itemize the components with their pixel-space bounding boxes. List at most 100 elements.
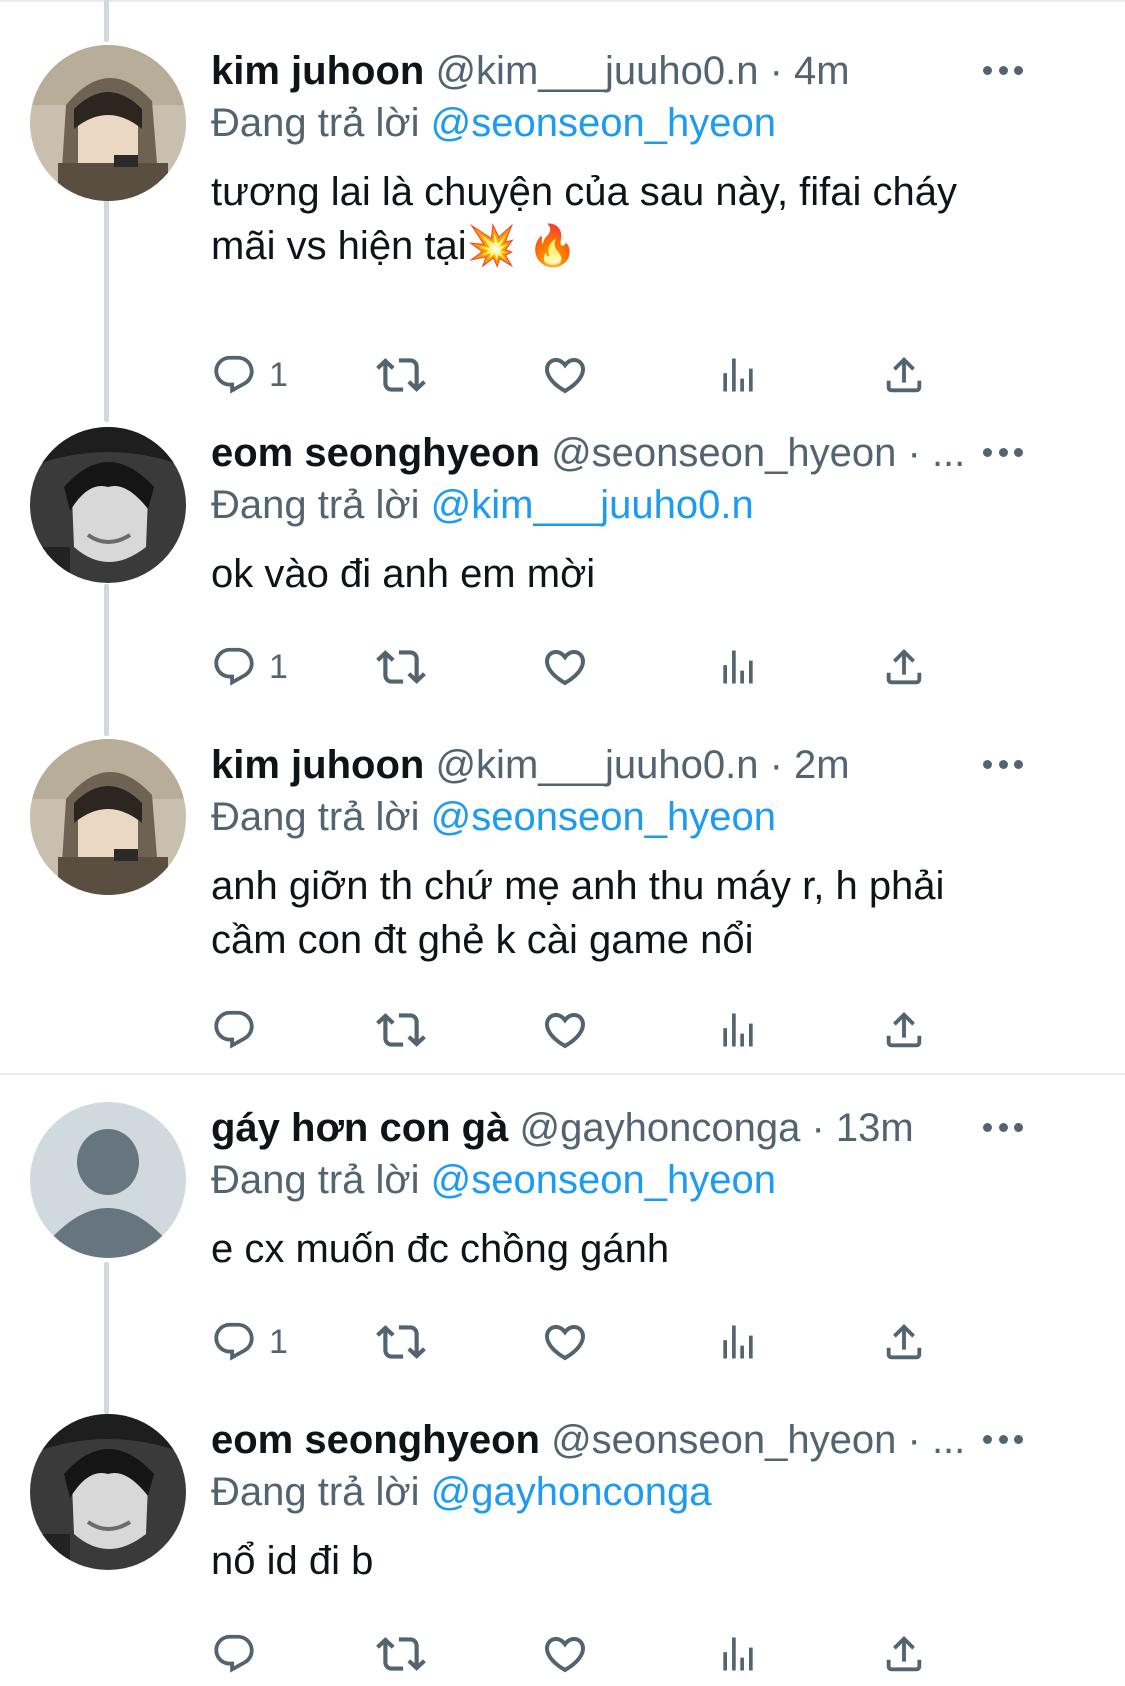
views-button[interactable] [716, 642, 760, 692]
avatar[interactable] [30, 1414, 186, 1570]
timestamp[interactable]: 13m [836, 1106, 914, 1150]
views-button[interactable] [716, 1629, 760, 1679]
share-button[interactable] [881, 642, 927, 692]
retweet-icon [376, 1629, 426, 1679]
reply-button[interactable]: 1 [211, 642, 288, 692]
share-icon [881, 1631, 927, 1677]
avatar[interactable] [30, 45, 186, 201]
thread-line [104, 0, 109, 42]
timestamp[interactable]: 4m [794, 49, 850, 93]
action-bar: 1 [211, 350, 1011, 400]
retweet-button[interactable] [376, 1629, 426, 1679]
like-icon [541, 1318, 589, 1366]
user-handle[interactable]: @seonseon_hyeon [551, 431, 896, 475]
tweet-header: eom seonghyeon @seonseon_hyeon · ... [211, 427, 1041, 479]
timestamp[interactable]: 2m [794, 743, 850, 787]
retweet-button[interactable] [376, 1005, 426, 1055]
like-button[interactable] [541, 350, 589, 400]
like-icon [541, 643, 589, 691]
display-name[interactable]: eom seonghyeon [211, 1418, 540, 1462]
more-icon[interactable] [983, 1424, 1023, 1454]
user-handle[interactable]: @kim___juuho0.n [435, 743, 758, 787]
mention-link[interactable]: @seonseon_hyeon [431, 1158, 776, 1202]
action-bar [211, 1629, 1011, 1679]
more-icon[interactable] [983, 1112, 1023, 1142]
replying-label: Đang trả lời [211, 1158, 420, 1202]
more-icon[interactable] [983, 749, 1023, 779]
mention-link[interactable]: @seonseon_hyeon [431, 795, 776, 839]
replying-to: Đang trả lời @seonseon_hyeon [211, 97, 1041, 149]
reply-icon [211, 352, 257, 398]
thread-line [104, 200, 109, 422]
display-name[interactable]: kim juhoon [211, 743, 424, 787]
display-name[interactable]: eom seonghyeon [211, 431, 540, 475]
reply-button[interactable]: 1 [211, 350, 288, 400]
user-handle[interactable]: @seonseon_hyeon [551, 1418, 896, 1462]
retweet-button[interactable] [376, 642, 426, 692]
share-button[interactable] [881, 1317, 927, 1367]
separator-dot: · [800, 1106, 836, 1150]
like-icon [541, 351, 589, 399]
separator-dot: · [758, 49, 795, 93]
views-button[interactable] [716, 1317, 760, 1367]
timestamp[interactable]: ... [932, 1418, 965, 1462]
share-icon [881, 1319, 927, 1365]
avatar[interactable] [30, 739, 186, 895]
reply-button[interactable] [211, 1005, 269, 1055]
tweet-text: anh giỡn th chứ mẹ anh thu máy r, h phải… [211, 864, 945, 962]
like-button[interactable] [541, 1629, 589, 1679]
reply-count: 1 [269, 1322, 288, 1361]
reply-count: 1 [269, 647, 288, 686]
separator-dot: · [896, 1418, 932, 1462]
timestamp[interactable]: ... [932, 431, 965, 475]
share-button[interactable] [881, 350, 927, 400]
more-icon[interactable] [983, 55, 1023, 85]
retweet-icon [376, 350, 426, 400]
tweet-text: nổ id đi b [211, 1539, 374, 1583]
like-button[interactable] [541, 1005, 589, 1055]
views-button[interactable] [716, 1005, 760, 1055]
action-bar: 1 [211, 642, 1011, 692]
avatar[interactable] [30, 1102, 186, 1258]
views-button[interactable] [716, 350, 760, 400]
separator-dot: · [896, 431, 932, 475]
avatar[interactable] [30, 427, 186, 583]
thread-divider [0, 1073, 1125, 1075]
action-bar [211, 1005, 1011, 1055]
like-button[interactable] [541, 642, 589, 692]
like-button[interactable] [541, 1317, 589, 1367]
user-handle[interactable]: @kim___juuho0.n [435, 49, 758, 93]
retweet-button[interactable] [376, 1317, 426, 1367]
default-profile-icon [30, 1102, 186, 1258]
thread-line [104, 1262, 109, 1414]
replying-to: Đang trả lời @seonseon_hyeon [211, 791, 1041, 843]
reply-count: 1 [269, 355, 288, 394]
tweet-text: tương lai là chuyện của sau này, fifai c… [211, 170, 958, 268]
replying-to: Đang trả lời @seonseon_hyeon [211, 1154, 1041, 1206]
retweet-button[interactable] [376, 350, 426, 400]
reply-button[interactable]: 1 [211, 1317, 288, 1367]
views-icon [716, 1320, 760, 1364]
share-icon [881, 352, 927, 398]
share-button[interactable] [881, 1629, 927, 1679]
reply-icon [211, 1319, 257, 1365]
reply-button[interactable] [211, 1629, 269, 1679]
views-icon [716, 353, 760, 397]
more-icon[interactable] [983, 437, 1023, 467]
retweet-icon [376, 642, 426, 692]
display-name[interactable]: kim juhoon [211, 49, 424, 93]
share-icon [881, 644, 927, 690]
user-handle[interactable]: @gayhonconga [520, 1106, 801, 1150]
views-icon [716, 1008, 760, 1052]
mention-link[interactable]: @kim___juuho0.n [431, 483, 754, 527]
action-bar: 1 [211, 1317, 1011, 1367]
mention-link[interactable]: @seonseon_hyeon [431, 101, 776, 145]
like-icon [541, 1630, 589, 1678]
mention-link[interactable]: @gayhonconga [431, 1470, 712, 1514]
retweet-icon [376, 1005, 426, 1055]
tweet-text: e cx muốn đc chồng gánh [211, 1227, 670, 1271]
share-button[interactable] [881, 1005, 927, 1055]
tweet-text: ok vào đi anh em mời [211, 552, 596, 596]
display-name[interactable]: gáy hơn con gà [211, 1106, 508, 1150]
reply-icon [211, 1631, 257, 1677]
